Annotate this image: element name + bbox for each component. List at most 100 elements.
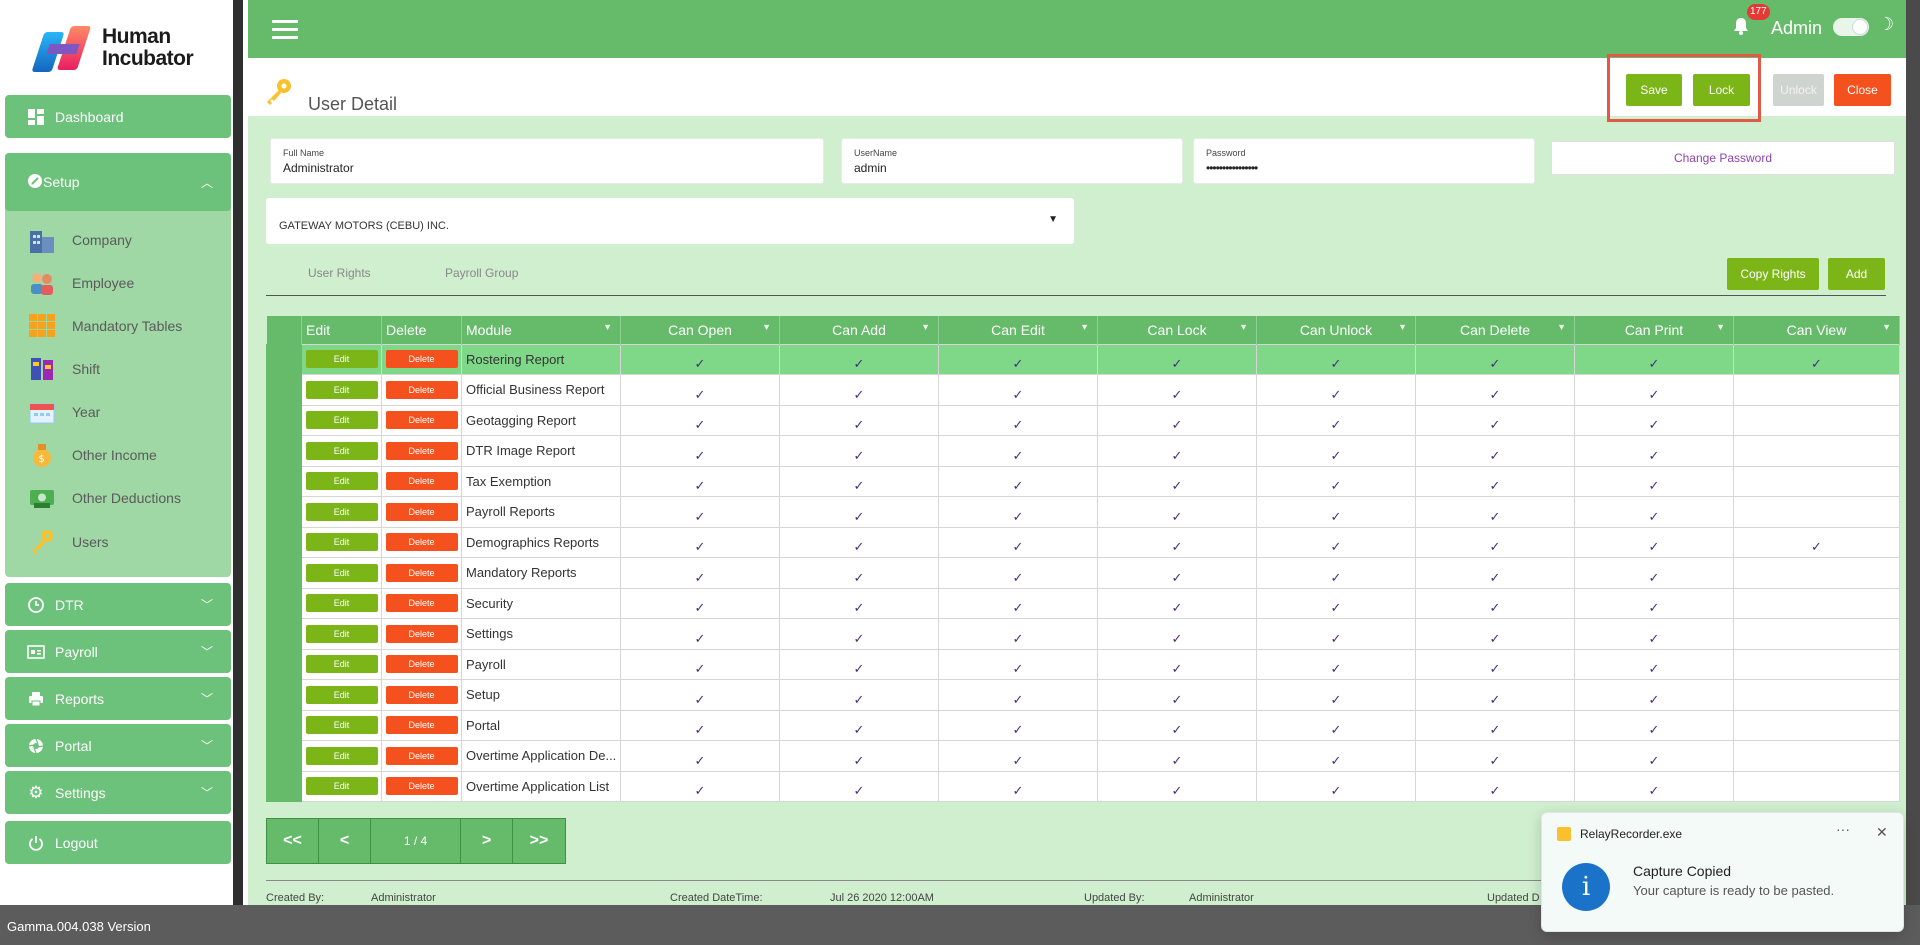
permission-cell[interactable]: ✓ — [1097, 618, 1257, 650]
permission-cell[interactable]: ✓ — [779, 557, 939, 589]
permission-cell[interactable]: ✓ — [1415, 435, 1575, 467]
row-edit-button[interactable]: Edit — [305, 502, 378, 521]
row-edit-button[interactable]: Edit — [305, 350, 378, 369]
permission-cell[interactable]: ✓ — [1097, 435, 1257, 467]
permission-cell[interactable]: ✓ — [620, 648, 780, 680]
tab-payroll-group[interactable]: Payroll Group — [445, 266, 518, 280]
row-edit-button[interactable]: Edit — [305, 685, 378, 704]
permission-cell[interactable]: ✓ — [1097, 679, 1257, 711]
table-row[interactable]: Edit Delete Rostering Report ✓ ✓ ✓ ✓ ✓ ✓ ✓ ✓ — [266, 343, 1900, 375]
permission-cell[interactable]: ✓ — [1415, 770, 1575, 802]
permission-cell[interactable]: ✓ — [1415, 587, 1575, 619]
sidebar-item-shift[interactable]: Shift — [28, 354, 100, 384]
permission-cell[interactable]: ✓ — [620, 496, 780, 528]
permission-cell[interactable]: ✓ — [1256, 709, 1416, 741]
permission-cell[interactable]: ✓ — [779, 648, 939, 680]
permission-cell[interactable]: ✓ — [1574, 648, 1734, 680]
row-selector[interactable] — [266, 709, 302, 741]
table-row[interactable]: Edit Delete Settings ✓ ✓ ✓ ✓ ✓ ✓ ✓ — [266, 618, 1900, 650]
filter-icon[interactable]: ▼ — [1239, 322, 1248, 332]
permission-cell[interactable]: ✓ — [1097, 465, 1257, 497]
nav-payroll[interactable]: Payroll ﹀ — [5, 630, 231, 673]
sidebar-item-company[interactable]: Company — [28, 225, 132, 255]
row-selector[interactable] — [266, 648, 302, 680]
permission-cell[interactable] — [1733, 404, 1900, 436]
permission-cell[interactable] — [1733, 770, 1900, 802]
permission-cell[interactable]: ✓ — [620, 343, 780, 375]
permission-cell[interactable]: ✓ — [1415, 526, 1575, 558]
table-row[interactable]: Edit Delete Payroll Reports ✓ ✓ ✓ ✓ ✓ ✓ ✓ — [266, 496, 1900, 528]
permission-cell[interactable] — [1733, 465, 1900, 497]
column-header-can-print[interactable]: Can Print ▼ — [1574, 316, 1734, 344]
permission-cell[interactable]: ✓ — [1256, 618, 1416, 650]
permission-cell[interactable]: ✓ — [1415, 404, 1575, 436]
permission-cell[interactable]: ✓ — [1256, 557, 1416, 589]
full-name-field[interactable]: Full Name Administrator — [270, 138, 824, 184]
permission-cell[interactable]: ✓ — [1574, 770, 1734, 802]
bell-icon[interactable] — [1732, 16, 1750, 36]
permission-cell[interactable]: ✓ — [938, 679, 1098, 711]
column-header-module[interactable]: Module ▼ — [461, 316, 621, 344]
row-edit-button[interactable]: Edit — [305, 716, 378, 735]
permission-cell[interactable]: ✓ — [1097, 526, 1257, 558]
row-delete-button[interactable]: Delete — [385, 594, 458, 613]
table-row[interactable]: Edit Delete Geotagging Report ✓ ✓ ✓ ✓ ✓ ✓ ✓ — [266, 404, 1900, 436]
user-name[interactable]: Admin — [1771, 18, 1822, 39]
tab-user-rights[interactable]: User Rights — [308, 266, 371, 280]
permission-cell[interactable]: ✓ — [1415, 374, 1575, 406]
permission-cell[interactable] — [1733, 709, 1900, 741]
permission-cell[interactable]: ✓ — [1574, 465, 1734, 497]
column-header-can-edit[interactable]: Can Edit ▼ — [938, 316, 1098, 344]
filter-icon[interactable]: ▼ — [1398, 322, 1407, 332]
row-selector[interactable] — [266, 374, 302, 406]
row-delete-button[interactable]: Delete — [385, 685, 458, 704]
permission-cell[interactable]: ✓ — [779, 496, 939, 528]
permission-cell[interactable]: ✓ — [1574, 526, 1734, 558]
permission-cell[interactable]: ✓ — [1097, 404, 1257, 436]
add-button[interactable]: Add — [1828, 258, 1885, 290]
permission-cell[interactable] — [1733, 374, 1900, 406]
row-edit-button[interactable]: Edit — [305, 655, 378, 674]
permission-cell[interactable]: ✓ — [938, 587, 1098, 619]
permission-cell[interactable]: ✓ — [938, 770, 1098, 802]
permission-cell[interactable]: ✓ — [779, 526, 939, 558]
column-header-can-add[interactable]: Can Add ▼ — [779, 316, 939, 344]
permission-cell[interactable]: ✓ — [620, 740, 780, 772]
permission-cell[interactable]: ✓ — [620, 709, 780, 741]
permission-cell[interactable]: ✓ — [620, 679, 780, 711]
permission-cell[interactable]: ✓ — [938, 343, 1098, 375]
row-edit-button[interactable]: Edit — [305, 746, 378, 765]
nav-dtr[interactable]: DTR ﹀ — [5, 583, 231, 626]
permission-cell[interactable]: ✓ — [1574, 679, 1734, 711]
permission-cell[interactable]: ✓ — [1415, 648, 1575, 680]
nav-portal[interactable]: Portal ﹀ — [5, 724, 231, 767]
permission-cell[interactable]: ✓ — [938, 526, 1098, 558]
table-row[interactable]: Edit Delete Mandatory Reports ✓ ✓ ✓ ✓ ✓ ✓ ✓ — [266, 557, 1900, 589]
permission-cell[interactable]: ✓ — [620, 618, 780, 650]
row-delete-button[interactable]: Delete — [385, 563, 458, 582]
permission-cell[interactable]: ✓ — [779, 343, 939, 375]
sidebar-scrollbar[interactable] — [233, 0, 243, 905]
permission-cell[interactable]: ✓ — [938, 496, 1098, 528]
permission-cell[interactable]: ✓ — [779, 435, 939, 467]
row-delete-button[interactable]: Delete — [385, 380, 458, 399]
permission-cell[interactable]: ✓ — [1097, 648, 1257, 680]
permission-cell[interactable]: ✓ — [779, 709, 939, 741]
permission-cell[interactable]: ✓ — [1256, 740, 1416, 772]
permission-cell[interactable]: ✓ — [1256, 435, 1416, 467]
row-selector[interactable] — [266, 404, 302, 436]
permission-cell[interactable]: ✓ — [1574, 587, 1734, 619]
more-options-icon[interactable]: ··· — [1836, 821, 1850, 837]
permission-cell[interactable]: ✓ — [1256, 679, 1416, 711]
permission-cell[interactable]: ✓ — [1097, 374, 1257, 406]
nav-logout[interactable]: Logout — [5, 821, 231, 864]
permission-cell[interactable] — [1733, 679, 1900, 711]
permission-cell[interactable]: ✓ — [620, 770, 780, 802]
permission-cell[interactable]: ✓ — [779, 679, 939, 711]
filter-icon[interactable]: ▼ — [603, 322, 612, 332]
permission-cell[interactable]: ✓ — [1256, 587, 1416, 619]
permission-cell[interactable]: ✓ — [938, 435, 1098, 467]
row-selector[interactable] — [266, 526, 302, 558]
table-row[interactable]: Edit Delete Tax Exemption ✓ ✓ ✓ ✓ ✓ ✓ ✓ — [266, 465, 1900, 497]
permission-cell[interactable]: ✓ — [1574, 404, 1734, 436]
